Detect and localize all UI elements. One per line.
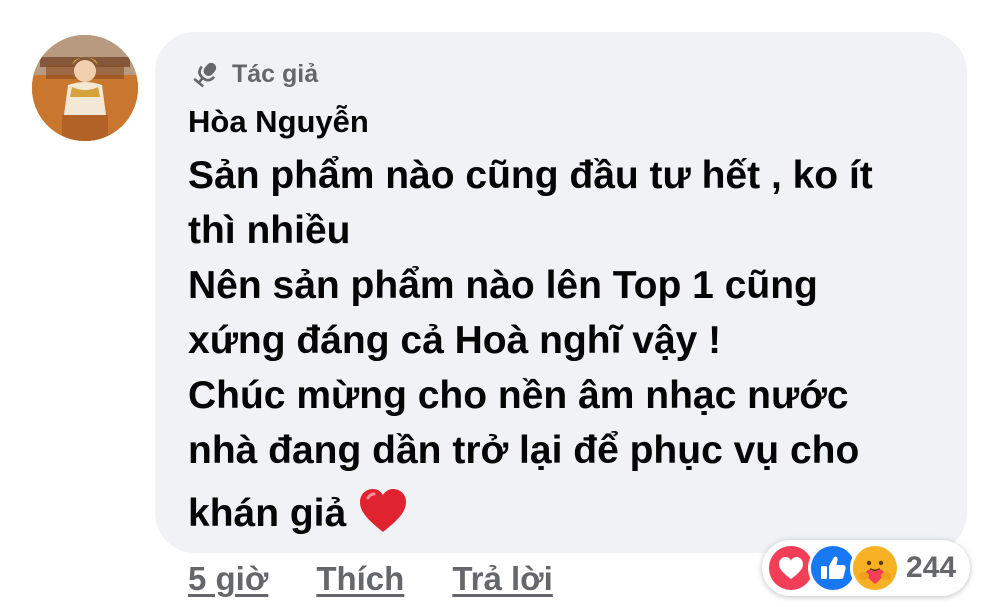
- care-reaction-icon: [850, 543, 900, 593]
- timestamp-link[interactable]: 5 giờ: [188, 560, 268, 598]
- reaction-summary[interactable]: 244: [762, 540, 970, 596]
- comment-line: Chúc mừng cho nền âm nhạc nước: [188, 374, 849, 417]
- author-badge-label: Tác giả: [232, 59, 319, 88]
- reply-button[interactable]: Trả lời: [452, 560, 553, 598]
- comment-line: xứng đáng cả Hoà nghĩ vậy !: [188, 319, 722, 362]
- comment-line: thì nhiều: [188, 209, 351, 252]
- reaction-count: 244: [906, 551, 957, 584]
- microphone-icon: [193, 62, 217, 88]
- comment-author-name[interactable]: Hòa Nguyễn: [188, 104, 369, 140]
- comment-line: khán giả: [188, 492, 347, 535]
- comment-text: Sản phẩm nào cũng đầu tư hết , ko ít thì…: [188, 148, 948, 541]
- like-button[interactable]: Thích: [316, 560, 404, 598]
- red-heart-icon: [360, 489, 407, 532]
- author-avatar[interactable]: [32, 35, 138, 141]
- avatar-image: [32, 35, 138, 141]
- comment-line: Sản phẩm nào cũng đầu tư hết , ko ít: [188, 154, 873, 197]
- comment-line: Nên sản phẩm nào lên Top 1 cũng: [188, 264, 818, 307]
- author-badge: Tác giả: [190, 58, 318, 90]
- comment-line: nhà đang dần trở lại để phục vụ cho: [188, 429, 860, 472]
- comment-line-last: khán giả: [188, 486, 948, 541]
- comment-actions: 5 giờ Thích Trả lời: [188, 560, 553, 598]
